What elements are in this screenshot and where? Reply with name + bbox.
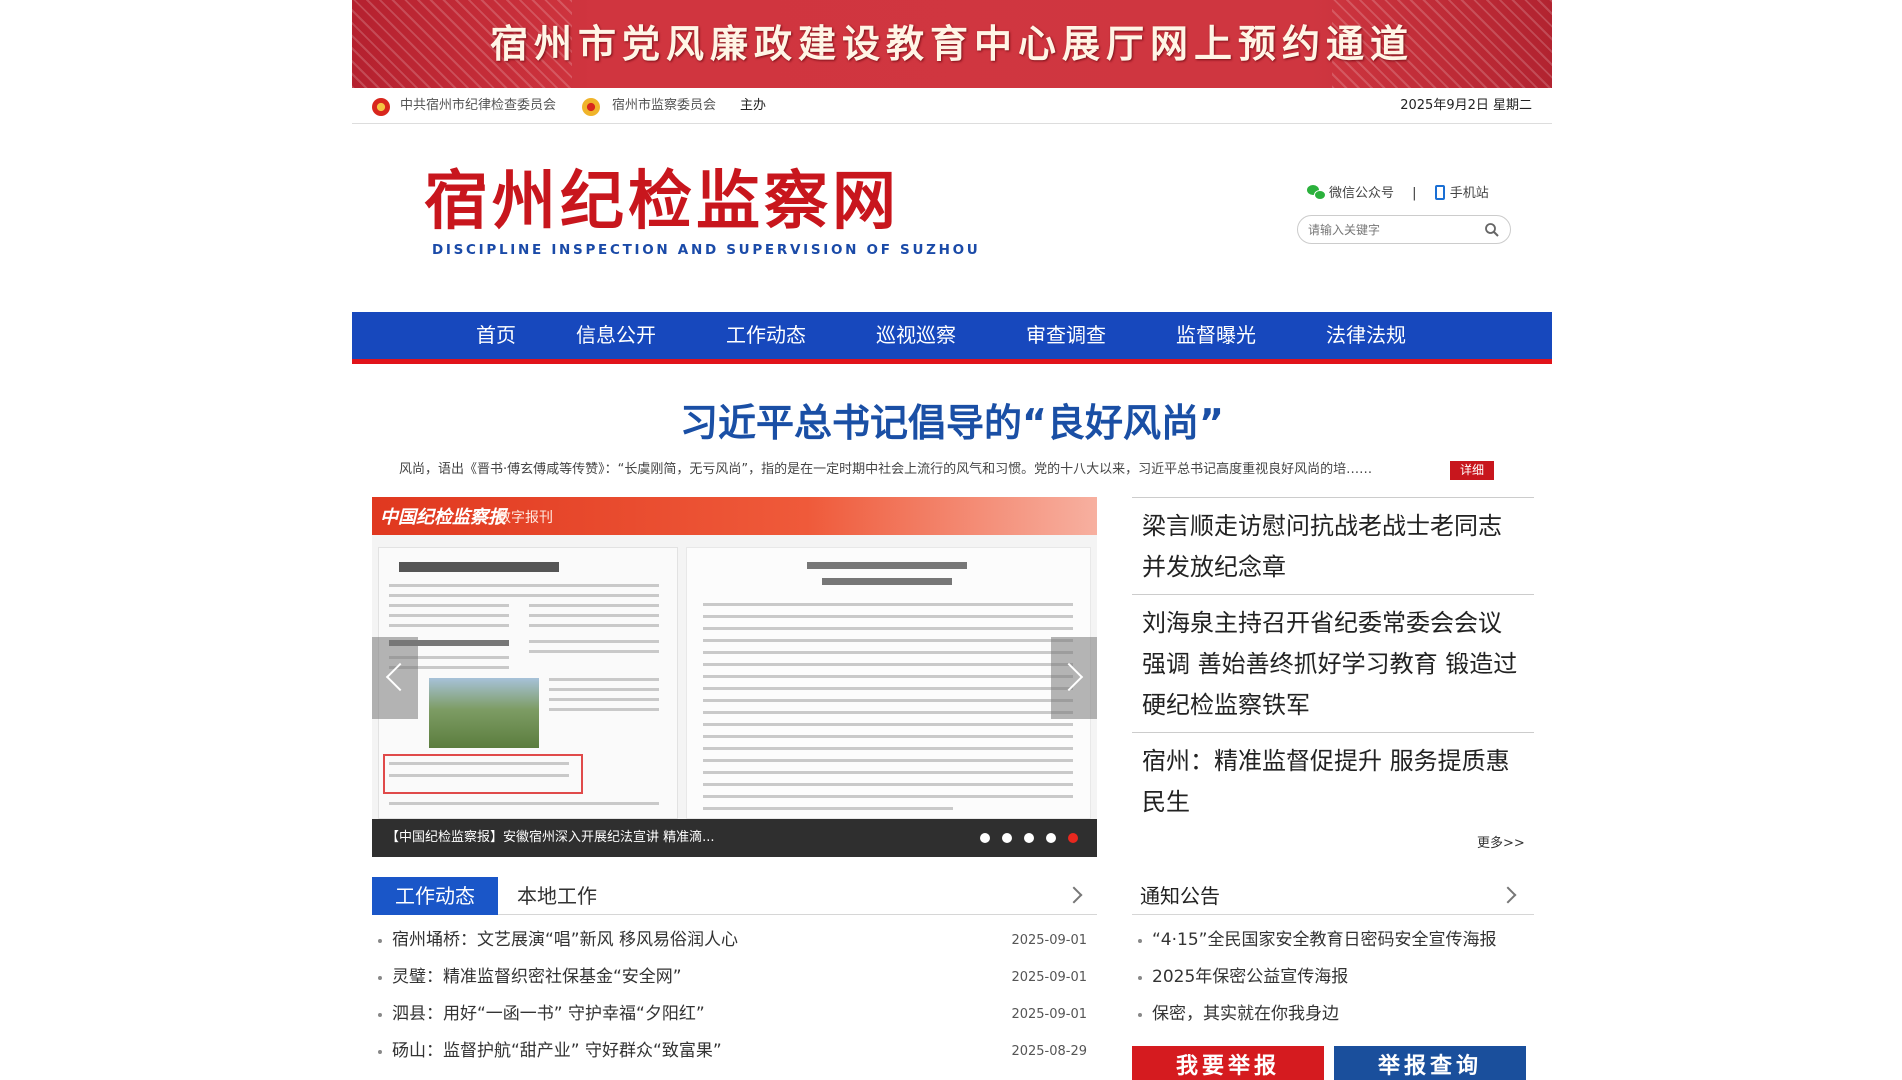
news-tabs: 工作动态 本地工作 xyxy=(372,877,1097,915)
search-icon[interactable] xyxy=(1484,222,1500,238)
newspaper-subtitle: 数字报刊 xyxy=(497,510,553,526)
bullet-icon xyxy=(1138,939,1142,943)
mobile-site-link[interactable]: 手机站 xyxy=(1434,185,1489,201)
right-news-item[interactable]: 刘海泉主持召开省纪委常委会会议强调 善始善终抓好学习教育 锻造过硬纪检监察铁军 xyxy=(1132,594,1534,732)
nav-item-inspection[interactable]: 巡视巡察 xyxy=(876,312,956,359)
right-news-item[interactable]: 梁言顺走访慰问抗战老战士老同志并发放纪念章 xyxy=(1132,497,1534,594)
headline-summary: 风尚，语出《晋书·傅玄傅咸等传赞》：“长虞刚简，无亏风尚”，指的是在一定时期中社… xyxy=(399,462,1373,477)
nav-item-laws[interactable]: 法律法规 xyxy=(1326,312,1406,359)
report-button[interactable]: 我要举报 xyxy=(1132,1046,1324,1080)
reservation-banner[interactable]: 宿州市党风廉政建设教育中心展厅网上预约通道 xyxy=(352,0,1552,88)
host-org-supervision: 宿州市监察委员会 xyxy=(612,98,717,113)
notice-title[interactable]: 通知公告 xyxy=(1140,877,1220,915)
chevron-right-icon[interactable] xyxy=(1499,886,1517,904)
slider-dot[interactable] xyxy=(980,833,990,843)
slider-caption[interactable]: 【中国纪检监察报】安徽宿州深入开展纪法宣讲 精准滴... xyxy=(386,819,715,857)
newspaper-header: 中国纪检监察报 数字报刊 xyxy=(372,497,1097,535)
bullet-icon xyxy=(1138,976,1142,980)
main-nav: 首页 信息公开 工作动态 巡视巡察 审查调查 监督曝光 法律法规 xyxy=(352,312,1552,364)
list-item-date: 2025-09-01 xyxy=(1011,970,1087,985)
bullet-icon xyxy=(378,976,382,980)
chevron-right-icon[interactable] xyxy=(1065,886,1083,904)
nav-item-info-disclosure[interactable]: 信息公开 xyxy=(576,312,656,359)
list-item[interactable]: 灵璧：精准监督织密社保基金“安全网” 2025-09-01 xyxy=(372,959,1097,996)
tab-local-work[interactable]: 本地工作 xyxy=(517,877,597,915)
nav-item-home[interactable]: 首页 xyxy=(476,312,516,359)
bullet-icon xyxy=(378,1050,382,1054)
banner-title[interactable]: 宿州市党风廉政建设教育中心展厅网上预约通道 xyxy=(352,0,1552,88)
list-item[interactable]: 砀山：监督护航“甜产业” 守好群众“致富果” 2025-08-29 xyxy=(372,1033,1097,1070)
slider-caption-bar: 【中国纪检监察报】安徽宿州深入开展纪法宣讲 精准滴... xyxy=(372,819,1097,857)
bullet-icon xyxy=(378,1013,382,1017)
report-query-button[interactable]: 举报查询 xyxy=(1334,1046,1526,1080)
phone-icon xyxy=(1434,185,1445,200)
party-emblem-icon xyxy=(372,98,390,116)
slider-dot[interactable] xyxy=(1024,833,1034,843)
list-item-title[interactable]: 宿州埇桥：文艺展演“唱”新风 移风易俗润人心 xyxy=(392,922,738,959)
links-divider: | xyxy=(1412,186,1417,201)
image-slider[interactable]: 中国纪检监察报 数字报刊 【中国纪检监察报】安徽宿州深入开展纪法宣讲 精准滴..… xyxy=(372,497,1097,857)
notice-item[interactable]: 保密，其实就在你我身边 xyxy=(1132,996,1534,1033)
slider-next-arrow-icon[interactable] xyxy=(1051,637,1097,719)
list-item-title[interactable]: 灵璧：精准监督织密社保基金“安全网” xyxy=(392,959,682,996)
bullet-icon xyxy=(1138,1013,1142,1017)
site-logo[interactable]: 宿州纪检监察网 xyxy=(424,160,900,244)
list-item[interactable]: 宿州埇桥：文艺展演“唱”新风 移风易俗润人心 2025-09-01 xyxy=(372,922,1097,959)
nav-item-exposure[interactable]: 监督曝光 xyxy=(1176,312,1256,359)
detail-button[interactable]: 详细 xyxy=(1450,461,1494,480)
slider-dot[interactable] xyxy=(1046,833,1056,843)
list-item-title[interactable]: 泗县：用好“一函一书” 守护幸福“夕阳红” xyxy=(392,996,705,1033)
right-news-item[interactable]: 宿州：精准监督促提升 服务提质惠民生 xyxy=(1132,732,1534,824)
notice-item[interactable]: 2025年保密公益宣传海报 xyxy=(1132,959,1534,996)
national-emblem-icon xyxy=(582,98,600,116)
wechat-link[interactable]: 微信公众号 xyxy=(1307,185,1394,201)
slider-dot[interactable] xyxy=(1002,833,1012,843)
newspaper-logo: 中国纪检监察报 xyxy=(380,507,506,528)
list-item-date: 2025-09-01 xyxy=(1011,1007,1087,1022)
current-date: 2025年9月2日 星期二 xyxy=(1400,98,1532,113)
slider-dot-active[interactable] xyxy=(1068,833,1078,843)
slider-prev-arrow-icon[interactable] xyxy=(372,637,418,719)
wechat-icon xyxy=(1307,185,1326,200)
search-input[interactable] xyxy=(1308,219,1478,240)
nav-item-work-news[interactable]: 工作动态 xyxy=(726,312,806,359)
bullet-icon xyxy=(378,939,382,943)
more-link[interactable]: 更多>> xyxy=(1477,832,1525,851)
list-item-date: 2025-09-01 xyxy=(1011,933,1087,948)
headline-title[interactable]: 习近平总书记倡导的“良好风尚” xyxy=(352,392,1552,447)
page: 宿州市党风廉政建设教育中心展厅网上预约通道 中共宿州市纪律检查委员会 宿州市监察… xyxy=(352,0,1552,1080)
host-bar: 中共宿州市纪律检查委员会 宿州市监察委员会 主办 2025年9月2日 星期二 xyxy=(352,88,1552,124)
host-org-party: 中共宿州市纪律检查委员会 xyxy=(400,98,557,113)
newspaper-page-right xyxy=(686,547,1091,819)
notice-item[interactable]: “4·15”全民国家安全教育日密码安全宣传海报 xyxy=(1132,922,1534,959)
notice-header: 通知公告 xyxy=(1132,877,1534,915)
host-suffix: 主办 xyxy=(740,98,767,113)
nav-item-investigation[interactable]: 审查调查 xyxy=(1026,312,1106,359)
list-item-date: 2025-08-29 xyxy=(1011,1044,1087,1059)
list-item[interactable]: 泗县：用好“一函一书” 守护幸福“夕阳红” 2025-09-01 xyxy=(372,996,1097,1033)
header-links: 微信公众号 | 手机站 xyxy=(1307,182,1489,206)
site-logo-english: DISCIPLINE INSPECTION AND SUPERVISION OF… xyxy=(432,242,981,258)
tab-work-news[interactable]: 工作动态 xyxy=(372,877,498,915)
newspaper-page-left xyxy=(378,547,678,819)
list-item-title[interactable]: 砀山：监督护航“甜产业” 守好群众“致富果” xyxy=(392,1033,722,1070)
search-box xyxy=(1297,215,1511,244)
